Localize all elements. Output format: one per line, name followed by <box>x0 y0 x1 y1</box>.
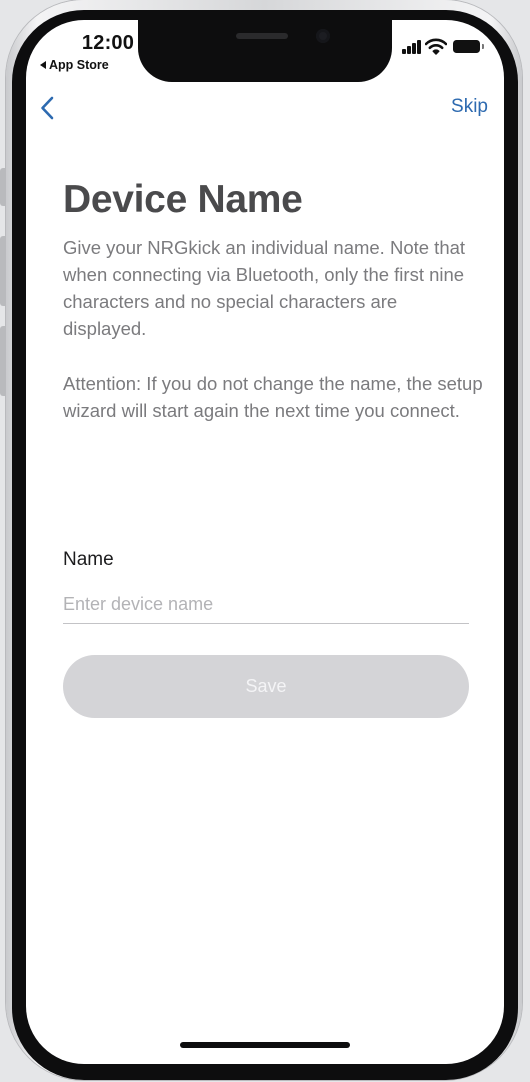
save-button[interactable]: Save <box>63 655 469 718</box>
wifi-icon <box>425 38 447 55</box>
speaker-grille <box>236 33 288 39</box>
back-to-app-label: App Store <box>49 58 109 72</box>
device-name-input[interactable] <box>63 585 469 624</box>
back-button[interactable] <box>36 92 58 124</box>
status-time: 12:00 <box>81 32 135 54</box>
home-indicator[interactable] <box>180 1042 350 1048</box>
battery-tip <box>482 44 484 49</box>
name-field-label: Name <box>63 549 114 570</box>
chevron-left-icon <box>41 96 54 120</box>
description-text: Give your NRGkick an individual name. No… <box>63 237 466 339</box>
skip-button[interactable]: Skip <box>451 96 488 118</box>
volume-down-button <box>0 326 6 396</box>
app-screen: 12:00 App Store Skip Device Name Give yo… <box>26 20 504 1064</box>
back-to-app-store[interactable]: App Store <box>40 58 109 72</box>
silent-switch <box>0 168 6 206</box>
attention-text: Attention: If you do not change the name… <box>63 373 483 421</box>
battery-icon <box>453 40 480 53</box>
notch <box>138 20 392 82</box>
front-camera <box>316 29 330 43</box>
page-title: Device Name <box>63 178 303 221</box>
volume-up-button <box>0 236 6 306</box>
signal-icon <box>402 40 422 54</box>
back-triangle-icon <box>40 61 46 69</box>
